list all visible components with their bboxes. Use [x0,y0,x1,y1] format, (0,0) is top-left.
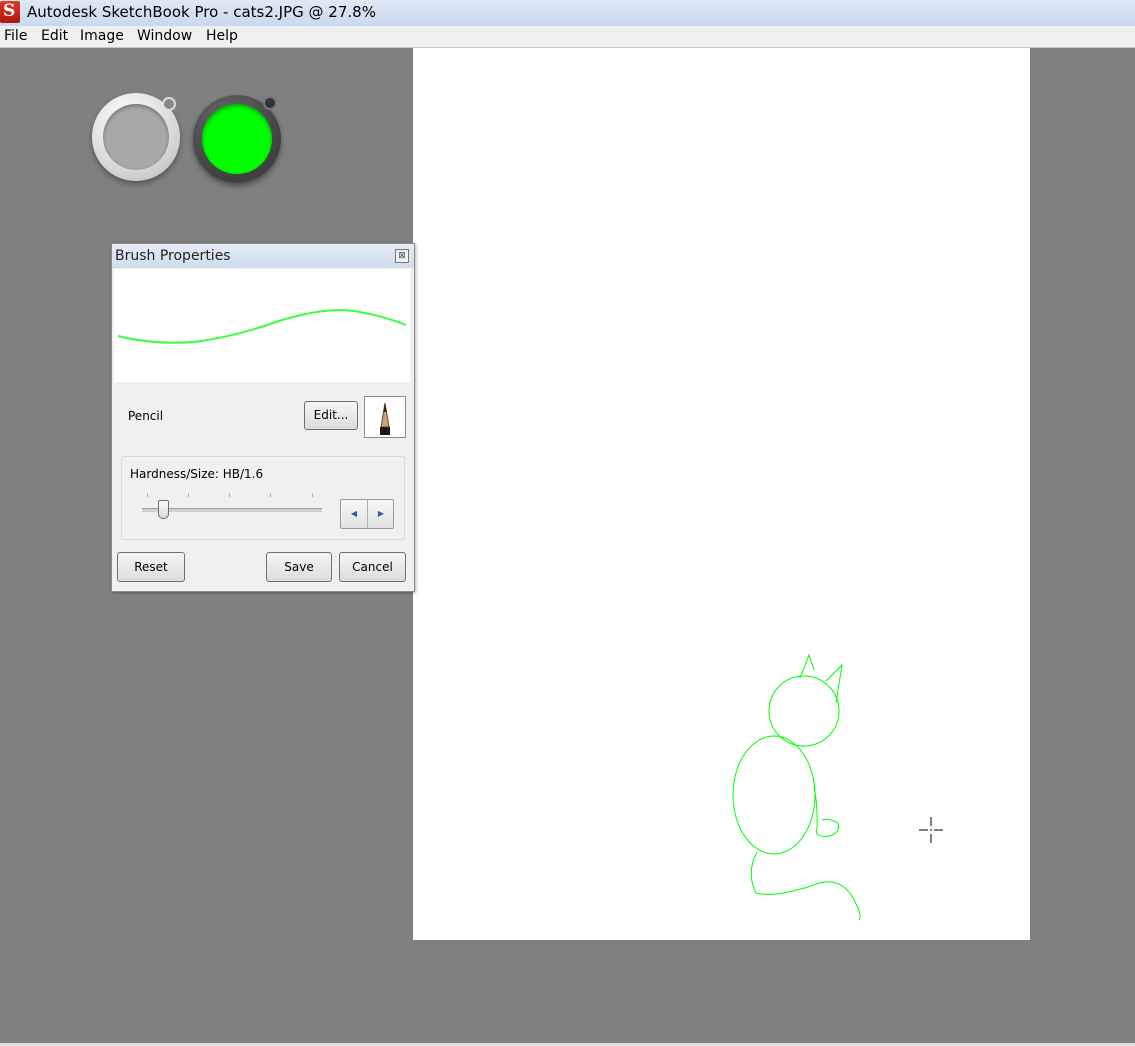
puck-handle-icon [263,96,277,110]
slider-tick [188,493,189,497]
pencil-graphic [380,402,390,435]
pencil-icon[interactable] [364,396,406,438]
hardness-size-label: Hardness/Size: HB/1.6 [130,467,264,481]
hardness-size-slider-thumb[interactable] [158,500,170,519]
cat-front-leg-stroke [813,785,840,837]
brush-name: Pencil [128,409,164,423]
stroke-preview-graphic [117,309,407,344]
primary-color-swatch [202,104,272,174]
cat-left-ear-stroke [799,653,815,679]
cat-right-ear-stroke [825,663,843,704]
puck-handle-icon [162,97,176,111]
crosshair-icon [919,817,943,843]
cat-sketch-strokes [732,653,861,921]
slider-tick [312,493,313,497]
panel-header[interactable]: Brush Properties ⊠ [112,244,414,268]
cat-body-stroke [732,735,816,855]
menu-bar: File Edit Image Window Help [0,26,1135,48]
panel-title: Brush Properties [115,248,231,264]
window-title: Autodesk SketchBook Pro - cats2.JPG @ 27… [27,3,376,21]
menu-edit[interactable]: Edit [41,28,68,44]
title-bar: S Autodesk SketchBook Pro - cats2.JPG @ … [0,0,1135,27]
hardness-size-stepper: ◀ ▶ [340,499,394,529]
reset-button[interactable]: Reset [117,552,185,582]
app-icon-letter: S [3,1,16,21]
cat-sketch [732,653,943,921]
edit-brush-button[interactable]: Edit... [304,401,358,430]
cat-head-stroke [768,675,840,747]
hardness-size-group: Hardness/Size: HB/1.6 ◀ ▶ [121,456,405,540]
menu-help[interactable]: Help [206,28,238,44]
cancel-button[interactable]: Cancel [339,552,406,582]
menu-image[interactable]: Image [80,28,124,44]
decrease-arrow-icon[interactable]: ◀ [341,500,368,528]
preview-stroke [117,309,407,344]
brush-properties-panel: Brush Properties ⊠ Pencil Edit... Hardne… [111,243,415,592]
sketchbook-app-icon[interactable]: S [0,1,20,23]
drawing-canvas[interactable] [413,48,1030,940]
slider-tick [270,493,271,497]
close-icon[interactable]: ⊠ [395,249,409,263]
primary-color-puck[interactable] [193,95,281,183]
save-button[interactable]: Save [266,552,332,582]
slider-tick [229,493,230,497]
secondary-color-swatch [103,104,169,170]
menu-window[interactable]: Window [137,28,192,44]
menu-file[interactable]: File [4,28,27,44]
secondary-color-puck[interactable] [92,93,180,181]
cat-tail-stroke [750,851,861,921]
increase-arrow-icon[interactable]: ▶ [368,500,394,528]
slider-tick [147,493,148,497]
brush-stroke-preview [114,269,410,382]
